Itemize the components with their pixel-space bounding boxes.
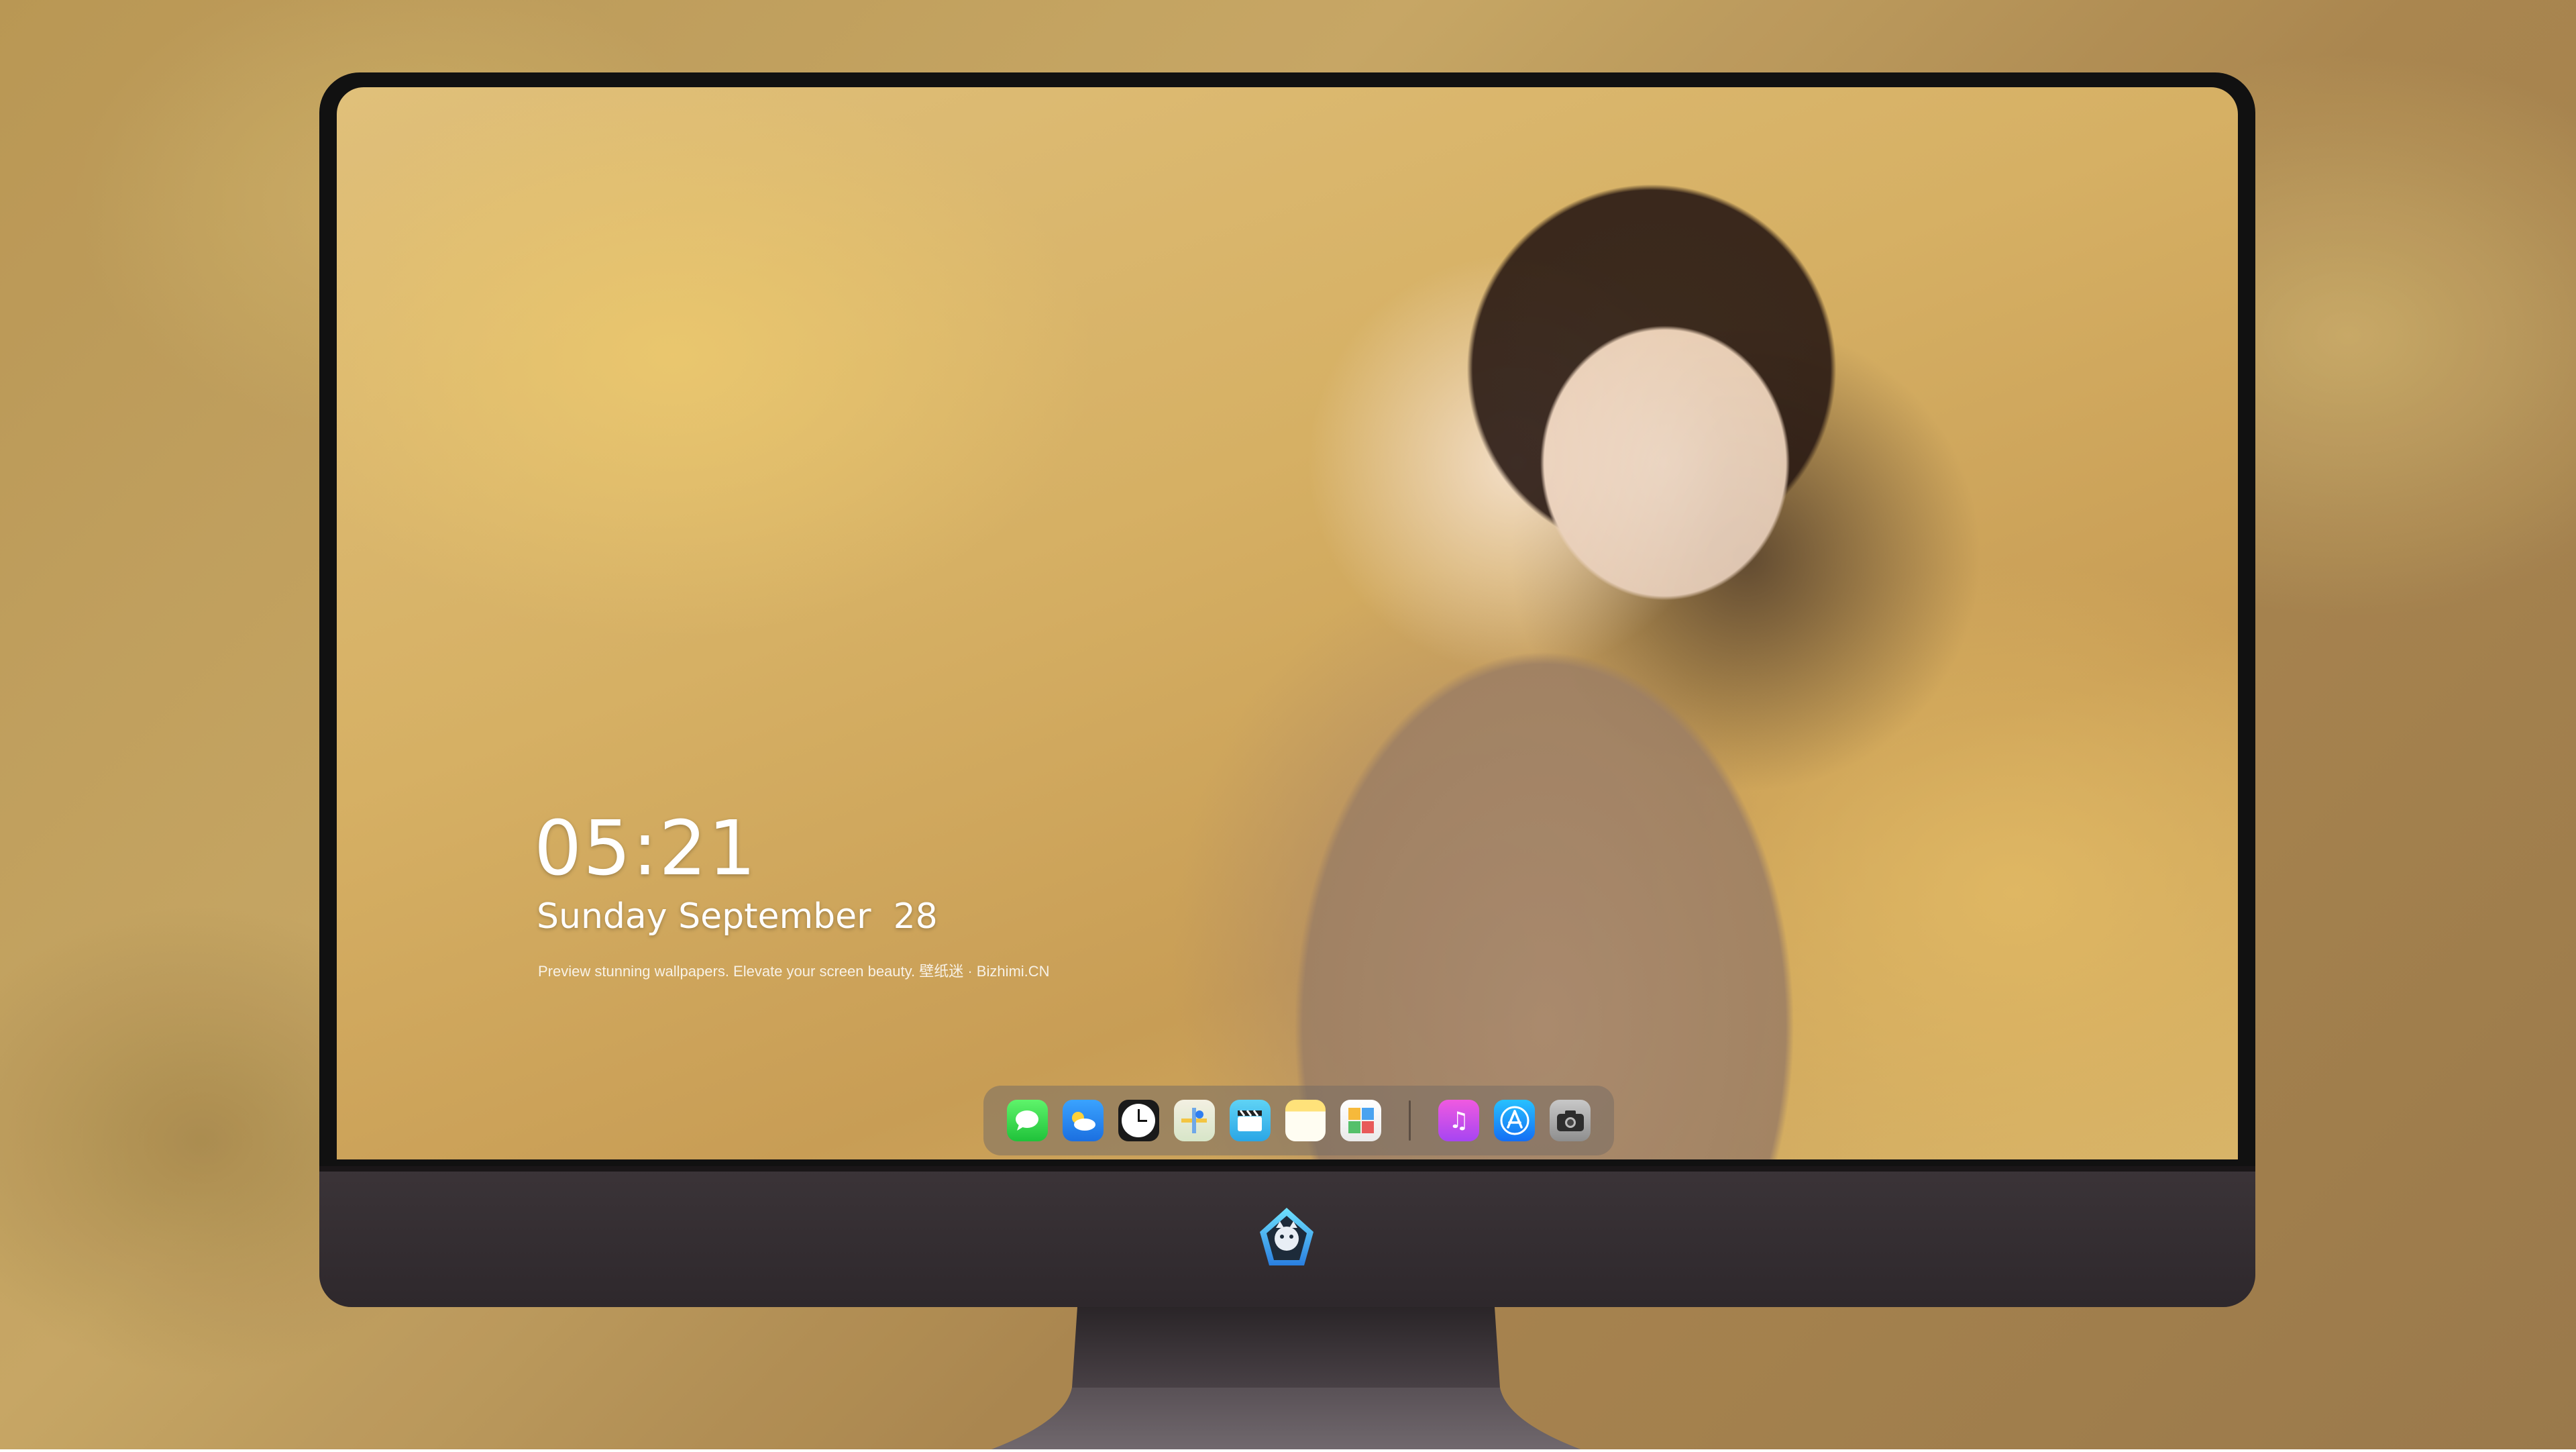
- photos-icon[interactable]: [1340, 1100, 1382, 1141]
- monitor: 05:21 Sunday September 28 Preview stunni…: [319, 72, 2255, 1307]
- clapperboard-icon[interactable]: [1229, 1100, 1271, 1141]
- lock-screen-tagline: Preview stunning wallpapers. Elevate you…: [538, 963, 1050, 980]
- brand-logo-icon: [1253, 1205, 1320, 1272]
- wallpaper-subject: [1276, 87, 1947, 1159]
- notes-icon[interactable]: [1285, 1100, 1326, 1141]
- app-store-icon[interactable]: [1494, 1100, 1536, 1141]
- dock: ♫: [983, 1086, 1614, 1155]
- monitor-bezel: 05:21 Sunday September 28 Preview stunni…: [319, 72, 2255, 1166]
- dock-separator: [1409, 1100, 1411, 1141]
- music-note-icon[interactable]: ♫: [1438, 1100, 1480, 1141]
- camera-icon[interactable]: [1550, 1100, 1591, 1141]
- chin-divider: [319, 1166, 2255, 1172]
- lock-screen-time: 05:21: [534, 805, 757, 892]
- messages-icon[interactable]: [1007, 1100, 1048, 1141]
- maps-icon[interactable]: [1173, 1100, 1215, 1141]
- weather-icon[interactable]: [1062, 1100, 1104, 1141]
- lock-screen-date: Sunday September 28: [537, 896, 938, 937]
- monitor-stand: [990, 1307, 1582, 1449]
- clock-icon[interactable]: [1118, 1100, 1159, 1141]
- clock-face: [1122, 1104, 1156, 1137]
- lock-screen[interactable]: 05:21 Sunday September 28 Preview stunni…: [337, 87, 2238, 1159]
